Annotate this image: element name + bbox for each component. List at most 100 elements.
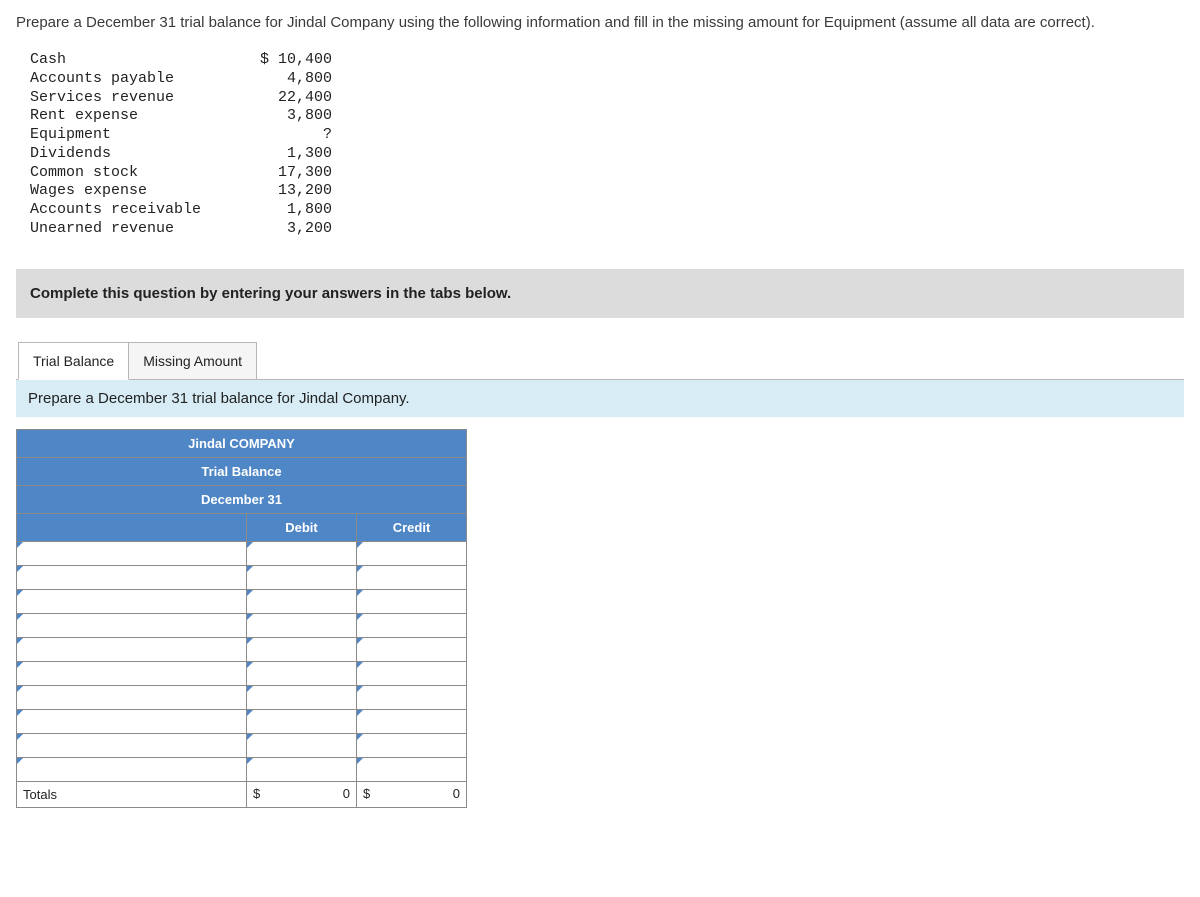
credit-cell[interactable] [357, 542, 467, 566]
debit-input[interactable] [247, 758, 356, 781]
account-input[interactable] [17, 638, 246, 661]
account-row: Wages expense13,200 [26, 182, 336, 201]
debit-cell[interactable] [247, 686, 357, 710]
account-row: Equipment? [26, 126, 336, 145]
debit-cell[interactable] [247, 638, 357, 662]
debit-input[interactable] [247, 710, 356, 733]
totals-label: Totals [17, 782, 247, 808]
debit-cell[interactable] [247, 758, 357, 782]
account-input[interactable] [17, 614, 246, 637]
credit-input[interactable] [357, 734, 466, 757]
account-row: Accounts receivable1,800 [26, 201, 336, 220]
account-cell[interactable] [17, 686, 247, 710]
account-value: 17,300 [226, 164, 336, 183]
credit-cell[interactable] [357, 734, 467, 758]
account-cell[interactable] [17, 638, 247, 662]
credit-input[interactable] [357, 614, 466, 637]
account-input[interactable] [17, 758, 246, 781]
col-debit: Debit [247, 514, 357, 542]
account-value: 3,200 [226, 220, 336, 239]
table-row [17, 638, 467, 662]
credit-cell[interactable] [357, 758, 467, 782]
col-credit: Credit [357, 514, 467, 542]
debit-input[interactable] [247, 734, 356, 757]
credit-input[interactable] [357, 542, 466, 565]
account-cell[interactable] [17, 542, 247, 566]
account-cell[interactable] [17, 662, 247, 686]
account-cell[interactable] [17, 566, 247, 590]
credit-cell[interactable] [357, 614, 467, 638]
account-cell[interactable] [17, 590, 247, 614]
account-value: ? [226, 126, 336, 145]
account-row: Rent expense3,800 [26, 107, 336, 126]
account-row: Common stock17,300 [26, 164, 336, 183]
debit-input[interactable] [247, 566, 356, 589]
debit-cell[interactable] [247, 566, 357, 590]
account-cell[interactable] [17, 614, 247, 638]
account-cell[interactable] [17, 734, 247, 758]
credit-cell[interactable] [357, 638, 467, 662]
table-row [17, 566, 467, 590]
currency-symbol: $ [253, 786, 260, 801]
account-input[interactable] [17, 710, 246, 733]
debit-input[interactable] [247, 542, 356, 565]
account-cell[interactable] [17, 758, 247, 782]
credit-cell[interactable] [357, 662, 467, 686]
credit-total-value: 0 [453, 786, 460, 801]
credit-cell[interactable] [357, 686, 467, 710]
account-label: Rent expense [26, 107, 226, 126]
sub-instruction: Prepare a December 31 trial balance for … [16, 379, 1184, 417]
account-label: Accounts receivable [26, 201, 226, 220]
debit-input[interactable] [247, 638, 356, 661]
account-cell[interactable] [17, 710, 247, 734]
debit-cell[interactable] [247, 614, 357, 638]
account-input[interactable] [17, 590, 246, 613]
account-value: 22,400 [226, 89, 336, 108]
credit-input[interactable] [357, 686, 466, 709]
account-label: Wages expense [26, 182, 226, 201]
credit-input[interactable] [357, 710, 466, 733]
tab-label: Missing Amount [143, 353, 242, 370]
debit-cell[interactable] [247, 542, 357, 566]
account-value: 4,800 [226, 70, 336, 89]
debit-cell[interactable] [247, 710, 357, 734]
account-label: Unearned revenue [26, 220, 226, 239]
account-input[interactable] [17, 542, 246, 565]
account-input[interactable] [17, 734, 246, 757]
debit-cell[interactable] [247, 734, 357, 758]
debit-cell[interactable] [247, 590, 357, 614]
account-row: Services revenue22,400 [26, 89, 336, 108]
account-input[interactable] [17, 566, 246, 589]
credit-cell[interactable] [357, 566, 467, 590]
table-row [17, 614, 467, 638]
question-text: Prepare a December 31 trial balance for … [16, 12, 1184, 33]
trial-balance-worksheet: Jindal COMPANY Trial Balance December 31… [16, 429, 467, 808]
account-row: Dividends1,300 [26, 145, 336, 164]
credit-cell[interactable] [357, 590, 467, 614]
table-row [17, 662, 467, 686]
account-row: Accounts payable4,800 [26, 70, 336, 89]
credit-input[interactable] [357, 566, 466, 589]
account-input[interactable] [17, 686, 246, 709]
credit-input[interactable] [357, 662, 466, 685]
credit-input[interactable] [357, 758, 466, 781]
instruction-bar: Complete this question by entering your … [16, 269, 1184, 318]
tab-trial-balance[interactable]: Trial Balance [18, 342, 129, 381]
account-input[interactable] [17, 662, 246, 685]
credit-input[interactable] [357, 590, 466, 613]
account-value: 13,200 [226, 182, 336, 201]
debit-input[interactable] [247, 614, 356, 637]
debit-input[interactable] [247, 590, 356, 613]
debit-input[interactable] [247, 662, 356, 685]
account-label: Services revenue [26, 89, 226, 108]
debit-cell[interactable] [247, 662, 357, 686]
credit-cell[interactable] [357, 710, 467, 734]
account-data-table: Cash$ 10,400Accounts payable4,800Service… [26, 51, 336, 239]
tab-missing-amount[interactable]: Missing Amount [128, 342, 257, 381]
totals-debit: $ 0 [247, 782, 357, 808]
account-label: Equipment [26, 126, 226, 145]
debit-input[interactable] [247, 686, 356, 709]
credit-input[interactable] [357, 638, 466, 661]
account-value: 1,800 [226, 201, 336, 220]
debit-total-value: 0 [343, 786, 350, 801]
